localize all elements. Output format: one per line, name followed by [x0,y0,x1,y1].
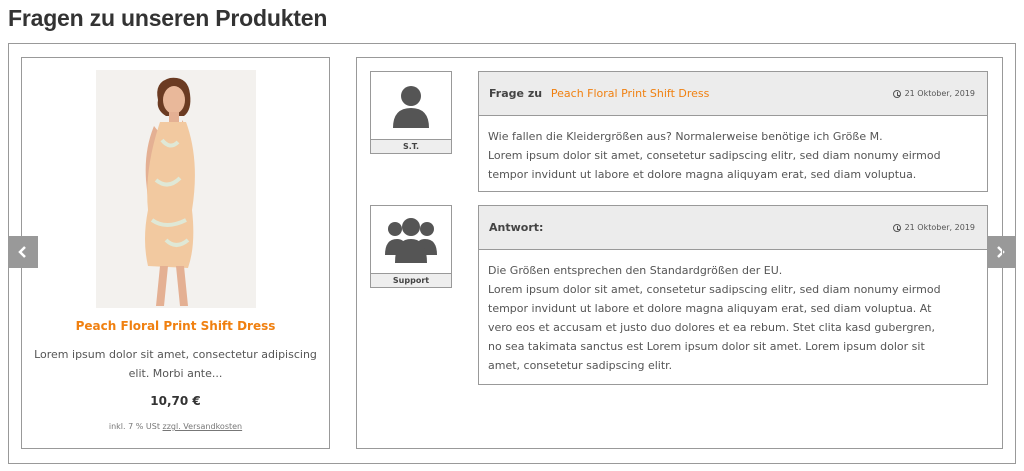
product-description: Lorem ipsum dolor sit amet, consectetur … [34,348,317,380]
answer-text: Die Größen entsprechen den Standardgröße… [479,250,987,383]
answer-author-avatar: Support [370,205,452,288]
question-text: Wie fallen die Kleidergrößen aus? Normal… [479,116,987,192]
answer-message: Antwort: 21 Oktober, 2019 Die Größen ent… [478,205,988,385]
text-line: Wie fallen die Kleidergrößen aus? Normal… [488,130,883,143]
answer-date: 21 Oktober, 2019 [892,223,975,232]
product-card: Peach Floral Print Shift Dress Lorem ips… [21,57,330,449]
clock-icon [892,89,901,98]
question-product-link[interactable]: Peach Floral Print Shift Dress [551,87,709,100]
user-group-icon [385,217,437,263]
question-author-name: S.T. [371,139,451,153]
tax-note: inkl. 7 % USt zzgl. Versandkosten [22,422,329,431]
shipping-costs-link[interactable]: zzgl. Versandkosten [163,422,243,431]
carousel-prev-button[interactable] [8,236,38,268]
text-line: tempor invidunt ut labore et dolore magn… [488,302,932,315]
product-image[interactable] [96,70,256,308]
question-message: Frage zu Peach Floral Print Shift Dress … [478,71,988,192]
question-date: 21 Oktober, 2019 [892,89,975,98]
page-title: Fragen zu unseren Produkten [8,5,328,31]
text-line: amet, consetetur sadipscing elitr. [488,359,673,372]
answer-heading: Antwort: [489,221,544,234]
chevron-left-icon [18,246,26,258]
text-line: Lorem ipsum dolor sit amet, consetetur s… [488,149,941,162]
question-date-text: 21 Oktober, 2019 [904,89,975,98]
text-line: vero eos et accusam et justo duo dolores… [488,321,935,334]
answer-header: Antwort: 21 Oktober, 2019 [479,206,987,250]
product-price: 10,70 € [150,394,201,408]
tax-label: inkl. 7 % USt [108,422,160,431]
text-line: Die Größen entsprechen den Standardgröße… [488,264,783,277]
product-name-link[interactable]: Peach Floral Print Shift Dress [22,319,329,333]
clock-icon [892,223,901,232]
question-header: Frage zu Peach Floral Print Shift Dress … [479,72,987,116]
question-prefix: Frage zu [489,87,543,100]
answer-author-name: Support [371,273,451,287]
text-line: Lorem ipsum dolor sit amet, consetetur s… [488,283,941,296]
question-author-avatar: S.T. [370,71,452,154]
text-line: tempor invidunt ut labore et dolore magn… [488,168,917,181]
answer-date-text: 21 Oktober, 2019 [904,223,975,232]
user-icon [393,85,429,128]
text-line: no sea takimata sanctus est Lorem ipsum … [488,340,925,353]
